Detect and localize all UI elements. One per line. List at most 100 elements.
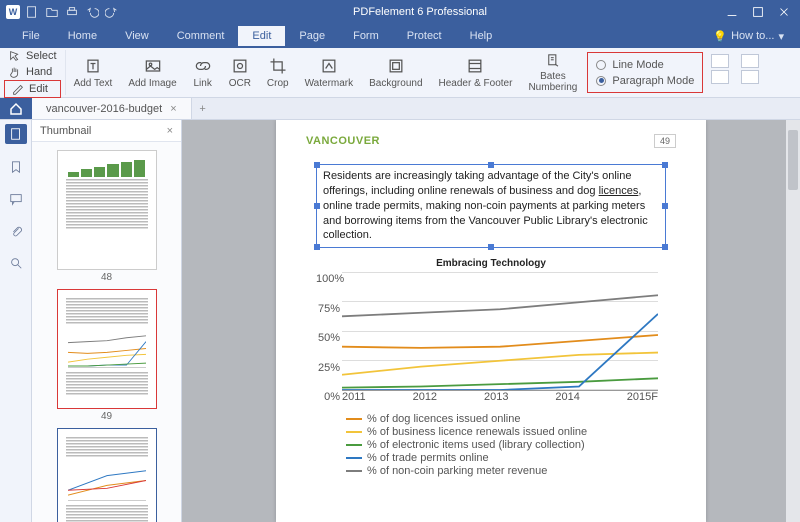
legend-swatch [346,470,362,472]
bookmark-panel-icon[interactable] [7,158,25,176]
chart-title: Embracing Technology [316,258,666,269]
header-footer-button[interactable]: Header & Footer [431,50,521,95]
bates-label: Bates Numbering [528,71,577,93]
thumbnail-number: 48 [57,272,157,283]
thumbnail-title: Thumbnail [40,125,91,137]
edit-tool[interactable]: Edit [4,80,61,98]
ocr-button[interactable]: OCR [221,50,259,95]
how-to-dropdown[interactable]: 💡 How to... ▾ [713,30,792,43]
page-number-badge: 49 [654,134,676,148]
comments-panel-icon[interactable] [7,190,25,208]
document-viewport[interactable]: VANCOUVER 49 Residents are increasingly … [182,120,800,522]
ocr-label: OCR [229,78,251,89]
add-text-button[interactable]: Add Text [66,50,121,95]
qat-new-icon[interactable] [24,4,40,20]
link-label: Link [194,78,212,89]
resize-handle[interactable] [314,244,320,250]
resize-handle[interactable] [488,162,494,168]
line-mode-radio[interactable]: Line Mode [596,59,694,71]
resize-handle[interactable] [488,244,494,250]
thumbnail-list[interactable]: 48 49 [32,142,181,522]
thumbnail-page[interactable] [57,428,157,522]
plot-area [342,273,658,391]
resize-handle[interactable] [662,244,668,250]
side-nav [0,120,32,522]
selected-text-block[interactable]: Residents are increasingly taking advant… [316,164,666,248]
menu-file[interactable]: File [8,26,54,46]
background-label: Background [369,78,422,89]
crop-label: Crop [267,78,289,89]
thumbnail-header: Thumbnail × [32,120,181,142]
background-button[interactable]: Background [361,50,430,95]
align-option-4[interactable] [741,70,759,84]
window-title: PDFelement 6 Professional [120,6,720,18]
legend-swatch [346,457,362,459]
thumbnail-panel: Thumbnail × 48 [32,120,182,522]
qat-undo-icon[interactable] [84,4,100,20]
scroll-thumb[interactable] [788,130,798,190]
bates-button[interactable]: Bates Numbering [520,50,585,95]
add-image-button[interactable]: Add Image [120,50,184,95]
menu-comment[interactable]: Comment [163,26,239,46]
document-tab-bar: vancouver-2016-budget × + [0,98,800,120]
thumbnail-panel-icon[interactable] [5,124,27,144]
tab-close-button[interactable]: × [170,103,176,115]
thumbnail-close-button[interactable]: × [167,125,173,137]
resize-handle[interactable] [662,203,668,209]
select-tool[interactable]: Select [4,48,61,64]
bulb-icon: 💡 [713,30,727,43]
align-option-3[interactable] [741,54,759,68]
header-footer-label: Header & Footer [439,78,513,89]
qat-open-icon[interactable] [44,4,60,20]
menu-edit[interactable]: Edit [238,26,285,46]
link-button[interactable]: Link [185,50,221,95]
add-tab-button[interactable]: + [192,98,214,119]
paragraph-text[interactable]: Residents are increasingly taking advant… [323,170,648,241]
qat-print-icon[interactable] [64,4,80,20]
radio-icon [596,76,606,86]
thumbnail-page[interactable] [57,150,157,270]
minimize-button[interactable] [720,2,744,22]
watermark-button[interactable]: Watermark [297,50,362,95]
attachment-panel-icon[interactable] [7,222,25,240]
x-axis: 20112012201320142015F [342,391,658,403]
align-option-2[interactable] [711,70,729,84]
legend-item: % of dog licences issued online [346,413,666,425]
search-panel-icon[interactable] [7,254,25,272]
maximize-button[interactable] [746,2,770,22]
tab-label: vancouver-2016-budget [46,103,162,115]
menu-form[interactable]: Form [339,26,393,46]
menu-protect[interactable]: Protect [393,26,456,46]
align-option-1[interactable] [711,54,729,68]
document-tab[interactable]: vancouver-2016-budget × [32,98,192,119]
page-logo: VANCOUVER [306,135,380,147]
menu-view[interactable]: View [111,26,163,46]
legend-label: % of business licence renewals issued on… [367,426,587,438]
crop-button[interactable]: Crop [259,50,297,95]
menu-home[interactable]: Home [54,26,111,46]
legend-item: % of business licence renewals issued on… [346,426,666,438]
legend-item: % of trade permits online [346,452,666,464]
vertical-scrollbar[interactable] [786,120,800,522]
qat-redo-icon[interactable] [104,4,120,20]
legend-label: % of trade permits online [367,452,489,464]
home-tab[interactable] [0,98,32,119]
title-bar: W PDFelement 6 Professional [0,0,800,24]
line-chart: 100%75%50%25%0% 20112012201320142015F [342,273,666,403]
menu-bar: File Home View Comment Edit Page Form Pr… [0,24,800,48]
menu-page[interactable]: Page [285,26,339,46]
pdf-page: VANCOUVER 49 Residents are increasingly … [276,120,706,522]
close-button[interactable] [772,2,796,22]
chart-legend: % of dog licences issued online% of busi… [346,413,666,477]
chevron-down-icon: ▾ [778,30,784,43]
resize-handle[interactable] [314,162,320,168]
hand-tool[interactable]: Hand [4,64,61,80]
add-text-label: Add Text [74,78,113,89]
legend-label: % of electronic items used (library coll… [367,439,585,451]
thumbnail-number: 49 [57,411,157,422]
resize-handle[interactable] [314,203,320,209]
thumbnail-page[interactable] [57,289,157,409]
menu-help[interactable]: Help [456,26,507,46]
resize-handle[interactable] [662,162,668,168]
paragraph-mode-radio[interactable]: Paragraph Mode [596,75,694,87]
